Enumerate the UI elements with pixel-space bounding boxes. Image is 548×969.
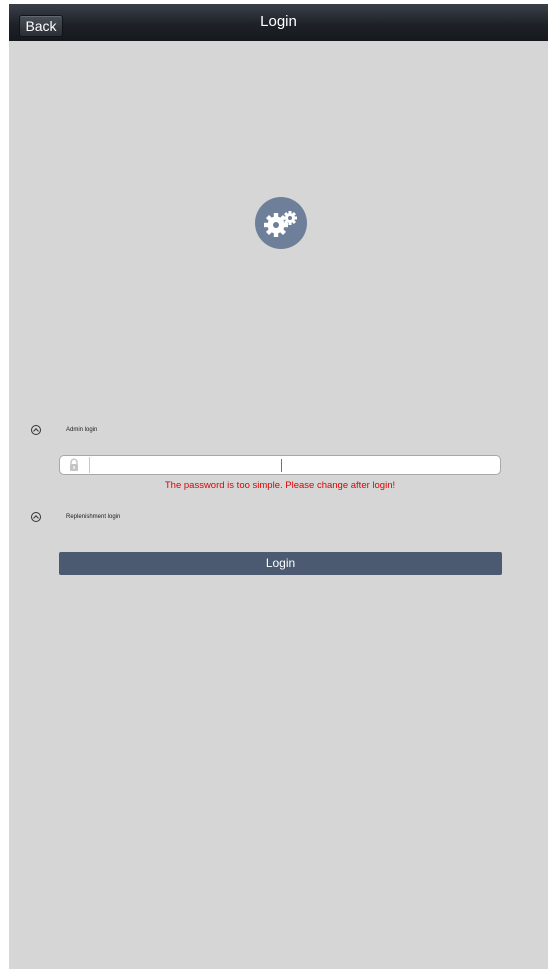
gears-icon xyxy=(255,197,307,249)
replenishment-login-option[interactable]: Replenishment login xyxy=(31,510,120,524)
text-caret xyxy=(281,459,282,472)
field-divider xyxy=(89,457,90,473)
login-button[interactable]: Login xyxy=(59,552,502,575)
password-warning: The password is too simple. Please chang… xyxy=(164,480,396,491)
chevron-up-circle-icon xyxy=(31,512,41,522)
page-title: Login xyxy=(260,13,297,30)
password-field[interactable] xyxy=(59,455,501,475)
admin-login-option[interactable]: Admin login xyxy=(31,423,97,437)
admin-login-label: Admin login xyxy=(66,427,98,433)
top-navigation-bar: Back Login xyxy=(9,4,548,41)
login-screen: Back Login Admin login The password is t… xyxy=(9,4,548,969)
replenishment-login-label: Replenishment login xyxy=(66,514,121,520)
password-input[interactable] xyxy=(91,456,496,474)
chevron-up-circle-icon xyxy=(31,425,41,435)
lock-icon xyxy=(70,458,78,471)
